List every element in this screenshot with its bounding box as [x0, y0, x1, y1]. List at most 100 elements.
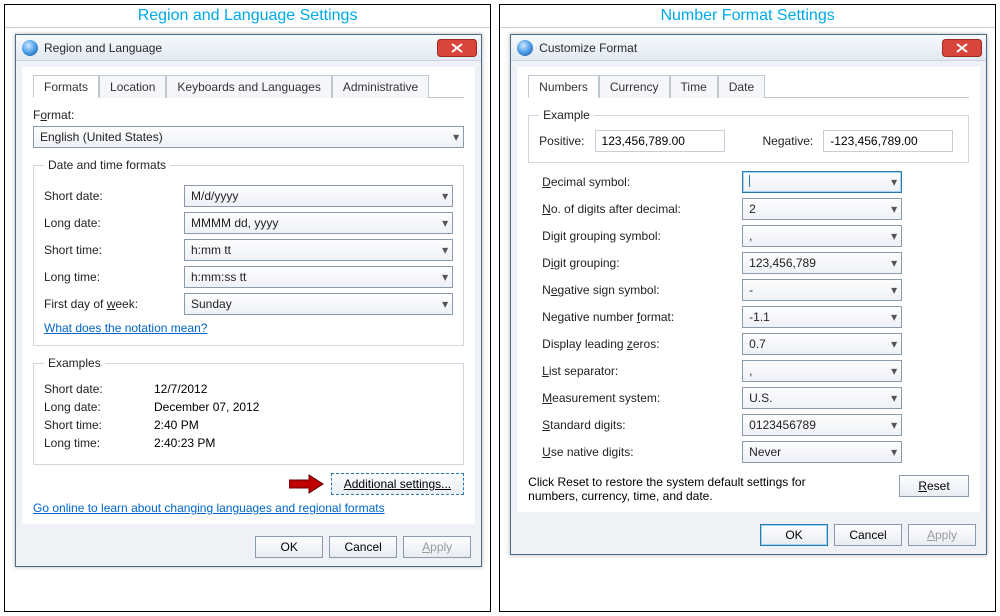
- ok-button[interactable]: OK: [255, 536, 323, 558]
- nf-label-3: Digit grouping:: [542, 256, 742, 270]
- chevron-down-icon: ▾: [442, 216, 448, 230]
- chevron-down-icon: ▾: [442, 189, 448, 203]
- globe-icon: [22, 40, 38, 56]
- chevron-down-icon: ▾: [891, 256, 897, 270]
- chevron-down-icon: ▾: [453, 130, 459, 144]
- window-title: Customize Format: [539, 41, 637, 55]
- panel-title-left: Region and Language Settings: [5, 5, 490, 28]
- cancel-button[interactable]: Cancel: [329, 536, 397, 558]
- example-long-time: 2:40:23 PM: [154, 436, 215, 450]
- nf-combo-5[interactable]: -1.1▾: [742, 306, 902, 328]
- nf-label-0: Decimal symbol:: [542, 175, 742, 189]
- chevron-down-icon: ▾: [891, 364, 897, 378]
- tabstrip: Formats Location Keyboards and Languages…: [33, 74, 464, 98]
- ok-button[interactable]: OK: [760, 524, 828, 546]
- tab-numbers[interactable]: Numbers: [528, 75, 599, 98]
- format-label: Format:: [33, 108, 464, 122]
- date-time-formats-group: Date and time formats Short date: M/d/yy…: [33, 158, 464, 346]
- long-date-combo[interactable]: MMMM dd, yyyy ▾: [184, 212, 453, 234]
- number-format-panel: Number Format Settings Customize Format …: [499, 4, 996, 612]
- positive-value: 123,456,789.00: [595, 130, 725, 152]
- long-time-combo[interactable]: h:mm:ss tt ▾: [184, 266, 453, 288]
- nf-combo-2[interactable]: ,▾: [742, 225, 902, 247]
- tabstrip: Numbers Currency Time Date: [528, 74, 969, 98]
- nf-combo-8[interactable]: U.S.▾: [742, 387, 902, 409]
- close-icon: [942, 39, 982, 57]
- example-short-date: 12/7/2012: [154, 382, 207, 396]
- nf-combo-1[interactable]: 2▾: [742, 198, 902, 220]
- nf-label-9: Standard digits:: [542, 418, 742, 432]
- chevron-down-icon: ▾: [891, 445, 897, 459]
- tab-date[interactable]: Date: [718, 75, 765, 98]
- nf-label-8: Measurement system:: [542, 391, 742, 405]
- first-day-combo[interactable]: Sunday ▾: [184, 293, 453, 315]
- chevron-down-icon: ▾: [891, 337, 897, 351]
- chevron-down-icon: ▾: [891, 229, 897, 243]
- nf-label-1: No. of digits after decimal:: [542, 202, 742, 216]
- nf-label-7: List separator:: [542, 364, 742, 378]
- nf-combo-6[interactable]: 0.7▾: [742, 333, 902, 355]
- nf-combo-4[interactable]: -▾: [742, 279, 902, 301]
- negative-label: Negative:: [763, 134, 814, 148]
- chevron-down-icon: ▾: [442, 270, 448, 284]
- tab-location[interactable]: Location: [99, 75, 166, 98]
- region-language-panel: Region and Language Settings Region and …: [4, 4, 491, 612]
- chevron-down-icon: ▾: [891, 310, 897, 324]
- nf-combo-0[interactable]: ▾: [742, 171, 902, 193]
- close-button[interactable]: [437, 39, 477, 57]
- examples-group: Examples Short date:12/7/2012 Long date:…: [33, 356, 464, 465]
- long-date-label: Long date:: [44, 216, 184, 230]
- example-group: Example Positive: 123,456,789.00 Negativ…: [528, 108, 969, 163]
- reset-button[interactable]: Reset: [899, 475, 969, 497]
- nf-label-5: Negative number format:: [542, 310, 742, 324]
- panel-title-right: Number Format Settings: [500, 5, 995, 28]
- close-button[interactable]: [942, 39, 982, 57]
- short-date-label: Short date:: [44, 189, 184, 203]
- short-date-combo[interactable]: M/d/yyyy ▾: [184, 185, 453, 207]
- nf-combo-3[interactable]: 123,456,789▾: [742, 252, 902, 274]
- region-language-window: Region and Language Formats Location Key…: [15, 34, 482, 567]
- nf-label-10: Use native digits:: [542, 445, 742, 459]
- close-icon: [437, 39, 477, 57]
- nf-label-6: Display leading zeros:: [542, 337, 742, 351]
- titlebar[interactable]: Customize Format: [511, 35, 986, 61]
- short-time-label: Short time:: [44, 243, 184, 257]
- globe-icon: [517, 40, 533, 56]
- dialog-footer: OK Cancel Apply: [16, 530, 481, 566]
- tab-formats[interactable]: Formats: [33, 75, 99, 98]
- long-time-label: Long time:: [44, 270, 184, 284]
- nf-label-4: Negative sign symbol:: [542, 283, 742, 297]
- nf-combo-10[interactable]: Never▾: [742, 441, 902, 463]
- chevron-down-icon: ▾: [442, 243, 448, 257]
- example-long-date: December 07, 2012: [154, 400, 259, 414]
- titlebar[interactable]: Region and Language: [16, 35, 481, 61]
- apply-button[interactable]: Apply: [908, 524, 976, 546]
- online-link[interactable]: Go online to learn about changing langua…: [33, 501, 385, 515]
- reset-description: Click Reset to restore the system defaul…: [528, 475, 848, 503]
- chevron-down-icon: ▾: [442, 297, 448, 311]
- customize-format-window: Customize Format Numbers Currency Time D…: [510, 34, 987, 555]
- tab-currency[interactable]: Currency: [599, 75, 670, 98]
- example-short-time: 2:40 PM: [154, 418, 199, 432]
- chevron-down-icon: ▾: [891, 391, 897, 405]
- window-title: Region and Language: [44, 41, 162, 55]
- positive-label: Positive:: [539, 134, 584, 148]
- notation-link[interactable]: What does the notation mean?: [44, 321, 207, 335]
- arrow-icon: [289, 474, 325, 494]
- tab-administrative[interactable]: Administrative: [332, 75, 429, 98]
- format-combo[interactable]: English (United States) ▾: [33, 126, 464, 148]
- negative-value: -123,456,789.00: [823, 130, 953, 152]
- chevron-down-icon: ▾: [891, 418, 897, 432]
- additional-settings-button[interactable]: Additional settings...: [331, 473, 464, 495]
- nf-label-2: Digit grouping symbol:: [542, 229, 742, 243]
- nf-combo-7[interactable]: ,▾: [742, 360, 902, 382]
- nf-combo-9[interactable]: 0123456789▾: [742, 414, 902, 436]
- tab-time[interactable]: Time: [670, 75, 718, 98]
- short-time-combo[interactable]: h:mm tt ▾: [184, 239, 453, 261]
- cancel-button[interactable]: Cancel: [834, 524, 902, 546]
- chevron-down-icon: ▾: [891, 175, 897, 189]
- dialog-footer: OK Cancel Apply: [511, 518, 986, 554]
- apply-button[interactable]: Apply: [403, 536, 471, 558]
- tab-keyboards[interactable]: Keyboards and Languages: [166, 75, 331, 98]
- first-day-label: First day of week:: [44, 297, 184, 311]
